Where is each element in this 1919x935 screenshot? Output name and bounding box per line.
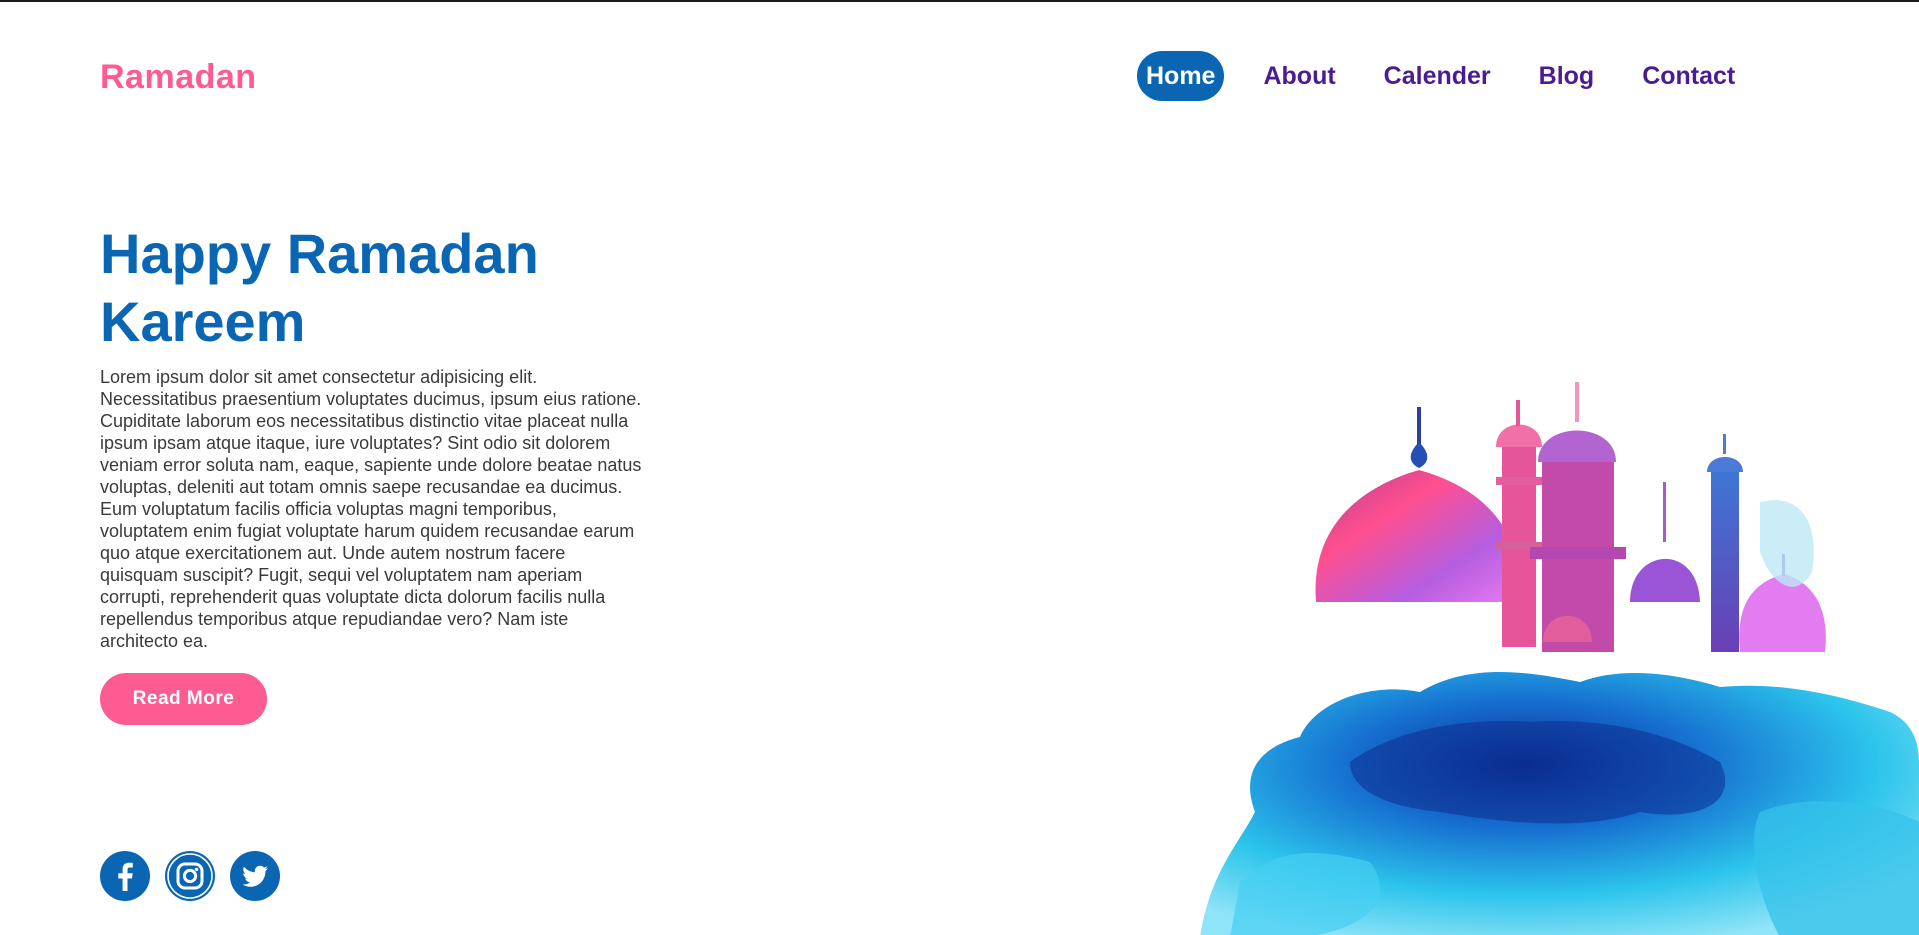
nav-about[interactable]: About [1254, 51, 1344, 101]
main-nav: Home About Calender Blog Contact [1137, 51, 1774, 101]
instagram-icon[interactable] [165, 851, 215, 901]
landing-page: Ramadan Home About Calender Blog Contact… [0, 0, 1919, 935]
nav-contact[interactable]: Contact [1633, 51, 1744, 101]
read-more-button[interactable]: Read More [100, 673, 267, 725]
nav-blog[interactable]: Blog [1530, 51, 1604, 101]
twitter-icon[interactable] [230, 851, 280, 901]
hero-description: Lorem ipsum dolor sit amet consectetur a… [100, 367, 642, 651]
social-links [100, 851, 295, 901]
mosque-watercolor-illustration [1200, 364, 1919, 935]
nav-home[interactable]: Home [1137, 51, 1225, 101]
facebook-icon[interactable] [100, 851, 150, 901]
brand-logo[interactable]: Ramadan [100, 58, 257, 97]
hero-title: Happy Ramadan Kareem [100, 222, 539, 353]
nav-calender[interactable]: Calender [1375, 51, 1500, 101]
